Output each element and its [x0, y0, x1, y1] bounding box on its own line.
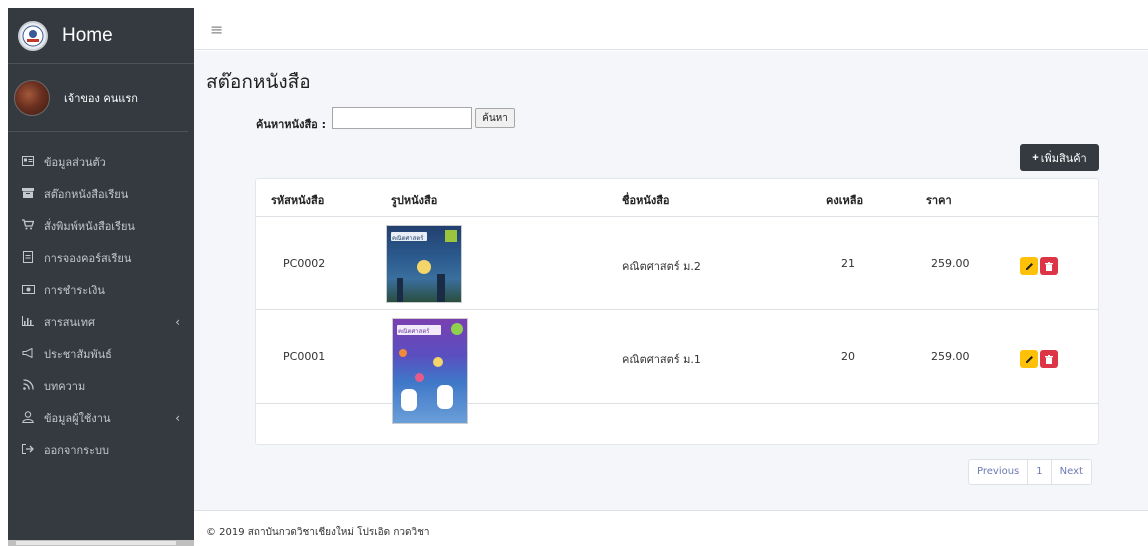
pencil-icon [1025, 355, 1033, 363]
trash-icon [1045, 354, 1053, 364]
sidebar-item-label: ออกจากระบบ [44, 444, 109, 457]
chevron-left-icon: ‹ [175, 315, 180, 329]
book-name: คณิตศาสตร์ ม.2 [622, 260, 701, 273]
sidebar-item-course-booking[interactable]: การจองคอร์สเรียน [8, 242, 194, 274]
footer: © 2019 สถาบันกวดวิชาเชียงใหม่ โปรเอิด กว… [194, 510, 1148, 546]
sidebar-item-articles[interactable]: บทความ [8, 370, 194, 402]
sidebar: Home เจ้าของ คนแรก ข้อมูลส่วนตัว สต๊อกหน… [8, 8, 194, 546]
search-label: ค้นหาหนังสือ : [256, 118, 326, 131]
horizontal-scrollbar[interactable] [8, 540, 194, 546]
cover-title: คณิตศาสตร์ [398, 328, 430, 335]
top-navbar: ≡ [194, 8, 1148, 50]
scrollbar-thumb[interactable] [16, 541, 176, 545]
cart-icon [20, 219, 36, 233]
trash-icon [1045, 261, 1053, 271]
book-price: 259.00 [931, 350, 970, 363]
megaphone-icon [20, 347, 36, 361]
brand-link[interactable]: Home [8, 8, 194, 64]
chart-icon [20, 315, 36, 329]
cover-title: คณิตศาสตร์ [392, 235, 424, 242]
delete-button[interactable] [1040, 257, 1058, 275]
cover-dot [415, 373, 424, 382]
sidebar-item-label: สต๊อกหนังสือเรียน [44, 188, 129, 201]
sidebar-item-label: บทความ [44, 380, 86, 393]
sidebar-item-profile[interactable]: ข้อมูลส่วนตัว [8, 146, 194, 178]
pagination-previous[interactable]: Previous [969, 460, 1029, 484]
footer-copyright: © 2019 สถาบันกวดวิชาเชียงใหม่ โปรเอิด กว… [206, 527, 430, 538]
cover-badge [451, 323, 463, 335]
user-panel[interactable]: เจ้าของ คนแรก [8, 64, 188, 132]
user-name: เจ้าของ คนแรก [64, 91, 138, 105]
main-content: สต๊อกหนังสือ ค้นหาหนังสือ : ค้นหา + เพิ่… [194, 51, 1148, 510]
hamburger-menu-icon[interactable]: ≡ [210, 20, 223, 39]
pencil-icon [1025, 262, 1033, 270]
cover-figure [401, 389, 417, 411]
rss-icon [20, 379, 36, 393]
sidebar-item-print-order[interactable]: สั่งพิมพ์หนังสือเรียน [8, 210, 194, 242]
sidebar-item-label: ข้อมูลส่วนตัว [44, 156, 106, 169]
column-header-price: ราคา [926, 194, 952, 207]
sidebar-menu: ข้อมูลส่วนตัว สต๊อกหนังสือเรียน สั่งพิมพ… [8, 132, 194, 466]
sidebar-item-label: การชำระเงิน [44, 284, 105, 297]
book-cover-image: คณิตศาสตร์ [386, 225, 462, 303]
chevron-left-icon: ‹ [175, 411, 180, 425]
cover-badge [445, 230, 457, 242]
book-stock-table: รหัสหนังสือ รูปหนังสือ ชื่อหนังสือ คงเหล… [255, 178, 1099, 445]
money-icon [20, 283, 36, 297]
book-price: 259.00 [931, 257, 970, 270]
edit-button[interactable] [1020, 257, 1038, 275]
cover-dot [433, 357, 443, 367]
sidebar-item-book-stock[interactable]: สต๊อกหนังสือเรียน [8, 178, 194, 210]
sidebar-item-label: สั่งพิมพ์หนังสือเรียน [44, 220, 135, 233]
sidebar-item-label: ข้อมูลผู้ใช้งาน [44, 412, 111, 425]
column-header-name: ชื่อหนังสือ [622, 194, 670, 207]
book-code: PC0001 [283, 350, 326, 363]
book-stock: 20 [841, 350, 855, 363]
brand-title: Home [62, 24, 113, 46]
table-row: PC0002 คณิตศาสตร์ คณิตศาสตร์ ม.2 21 259.… [256, 217, 1098, 310]
logout-icon [20, 443, 36, 457]
sidebar-item-label: ประชาสัมพันธ์ [44, 348, 112, 361]
pagination-page[interactable]: 1 [1028, 460, 1052, 484]
sidebar-item-information[interactable]: สารสนเทศ ‹ [8, 306, 194, 338]
delete-button[interactable] [1040, 350, 1058, 368]
archive-icon [20, 187, 36, 201]
book-cover-image: คณิตศาสตร์ [392, 318, 468, 424]
table-header: รหัสหนังสือ รูปหนังสือ ชื่อหนังสือ คงเหล… [256, 179, 1098, 217]
add-product-label: เพิ่มสินค้า [1040, 152, 1087, 165]
book-stock: 21 [841, 257, 855, 270]
search-button[interactable]: ค้นหา [475, 108, 515, 128]
edit-button[interactable] [1020, 350, 1038, 368]
pagination-next[interactable]: Next [1052, 460, 1091, 484]
cover-building [397, 278, 403, 302]
add-product-button[interactable]: + เพิ่มสินค้า [1020, 144, 1099, 171]
column-header-stock: คงเหลือ [826, 194, 864, 207]
page-title: สต๊อกหนังสือ [206, 71, 311, 93]
brand-logo [18, 20, 48, 51]
cover-building [437, 274, 445, 302]
avatar [14, 79, 50, 116]
document-icon [20, 250, 36, 266]
cover-moon [417, 260, 431, 274]
sidebar-item-announcement[interactable]: ประชาสัมพันธ์ [8, 338, 194, 370]
sidebar-item-payment[interactable]: การชำระเงิน [8, 274, 194, 306]
table-row: PC0001 คณิตศาสตร์ คณิตศาสตร์ ม.1 20 259.… [256, 310, 1098, 424]
plus-icon: + [1032, 151, 1039, 164]
user-icon [20, 410, 36, 426]
pagination: Previous 1 Next [968, 459, 1092, 485]
cover-dot [399, 349, 407, 357]
column-header-cover: รูปหนังสือ [391, 194, 438, 207]
book-code: PC0002 [283, 257, 326, 270]
cover-figure [437, 385, 453, 409]
column-header-code: รหัสหนังสือ [271, 194, 325, 207]
search-input[interactable] [332, 107, 472, 129]
sidebar-item-logout[interactable]: ออกจากระบบ [8, 434, 194, 466]
sidebar-item-label: สารสนเทศ [44, 316, 96, 329]
id-card-icon [20, 155, 36, 169]
book-name: คณิตศาสตร์ ม.1 [622, 353, 701, 366]
sidebar-item-label: การจองคอร์สเรียน [44, 252, 132, 265]
sidebar-item-users[interactable]: ข้อมูลผู้ใช้งาน ‹ [8, 402, 194, 434]
